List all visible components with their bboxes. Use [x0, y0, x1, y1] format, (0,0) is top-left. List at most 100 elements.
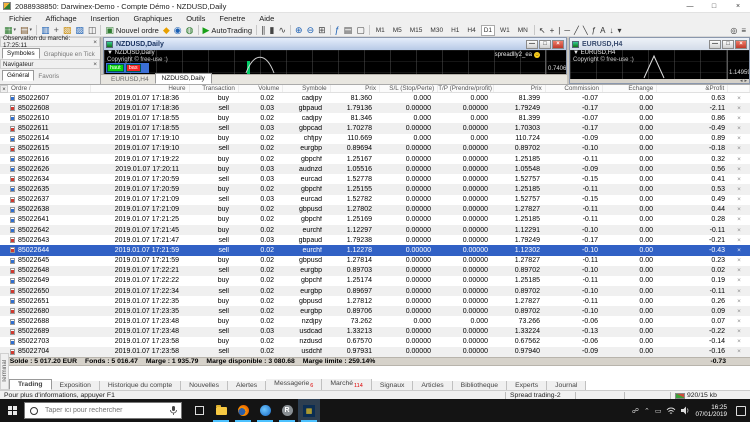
crosshair-icon[interactable]: + — [548, 26, 557, 35]
close-order-icon[interactable]: × — [728, 277, 750, 284]
tile-windows-icon[interactable]: ⊞ — [316, 24, 328, 36]
timeframe-m1[interactable]: M1 — [373, 25, 388, 36]
zoom-in-icon[interactable]: ⊕ — [293, 24, 305, 36]
menu-fenetre[interactable]: Fenetre — [212, 14, 252, 23]
close-order-icon[interactable]: × — [728, 115, 750, 122]
order-row[interactable]: 850227042019.01.07 17:23:58sell0.02usdch… — [0, 347, 750, 357]
chart-minimize-button[interactable]: — — [709, 40, 721, 49]
order-row[interactable]: 850226502019.01.07 17:22:34sell0.02eurgb… — [0, 286, 750, 296]
close-order-icon[interactable]: × — [728, 247, 750, 254]
chart-eurusd-canvas[interactable]: ▼ EURUSD,H4 Copyright © free-use :) 1.14… — [570, 50, 749, 79]
zoom-out-icon[interactable]: ⊖ — [305, 24, 317, 36]
order-row[interactable]: 850226372019.01.07 17:21:09sell0.03eurca… — [0, 195, 750, 205]
tab-experts[interactable]: Experts — [507, 381, 547, 390]
close-button[interactable]: × — [726, 0, 750, 13]
order-row[interactable]: 850226442019.01.07 17:21:59sell0.02eurch… — [0, 245, 750, 255]
order-row[interactable]: 850226102019.01.07 17:18:55buy0.02cadjpy… — [0, 113, 750, 123]
battery-icon[interactable]: ▭ — [655, 407, 662, 415]
wifi-icon[interactable] — [666, 407, 676, 415]
order-row[interactable]: 850226072019.01.07 17:18:36buy0.02cadjpy… — [0, 93, 750, 103]
close-order-icon[interactable]: × — [728, 156, 750, 163]
minimize-button[interactable]: — — [678, 0, 702, 13]
search-icon[interactable]: ◎ — [728, 26, 739, 35]
channel-icon[interactable]: ╲ — [581, 26, 590, 35]
close-order-icon[interactable]: × — [728, 267, 750, 274]
notification-center-icon[interactable] — [736, 406, 746, 416]
timeframe-w1[interactable]: W1 — [497, 25, 513, 36]
close-order-icon[interactable]: × — [728, 95, 750, 102]
terminal-close-icon[interactable]: × — [0, 85, 8, 93]
tab-symboles[interactable]: Symboles — [2, 48, 40, 59]
close-order-icon[interactable]: × — [728, 135, 750, 142]
close-order-icon[interactable]: × — [728, 348, 750, 355]
order-row[interactable]: 850226432019.01.07 17:21:47sell0.03gbpau… — [0, 235, 750, 245]
menu-fichier[interactable]: Fichier — [2, 14, 39, 23]
order-row[interactable]: 850226082019.01.07 17:18:36sell0.03gbpau… — [0, 103, 750, 113]
tab-alertes[interactable]: Alertes — [228, 381, 266, 390]
close-order-icon[interactable]: × — [728, 105, 750, 112]
close-order-icon[interactable]: × — [728, 216, 750, 223]
menu-affichage[interactable]: Affichage — [39, 14, 84, 23]
close-order-icon[interactable]: × — [728, 227, 750, 234]
col-header-volume[interactable]: Volume — [239, 85, 283, 92]
tab-bibliotheque[interactable]: Bibliotheque — [453, 381, 507, 390]
col-header-echange[interactable]: Echange — [603, 85, 657, 92]
close-order-icon[interactable]: × — [728, 298, 750, 305]
candlestick-chart-icon[interactable]: ▮ — [268, 24, 277, 36]
menu-insertion[interactable]: Insertion — [84, 14, 127, 23]
chart-tab-eurusd-h4[interactable]: EURUSD,H4 — [105, 75, 155, 84]
ea-sell-button[interactable]: bas — [126, 64, 141, 72]
autotrading-button[interactable]: ▶AutoTrading — [201, 24, 255, 36]
close-order-icon[interactable]: × — [728, 166, 750, 173]
order-row[interactable]: 850226112019.01.07 17:18:55sell0.03gbpca… — [0, 123, 750, 133]
blue-app-button[interactable] — [254, 399, 276, 422]
metatrader-taskbar-button[interactable]: ▦ — [298, 399, 320, 422]
order-row[interactable]: 850226492019.01.07 17:22:22buy0.02gbpchf… — [0, 276, 750, 286]
col-header-t-p-prendre-profit[interactable]: T/P (Prendre/profit) — [438, 85, 494, 92]
horizontal-line-icon[interactable]: ─ — [562, 26, 572, 35]
chart-nzdusd-titlebar[interactable]: NZDUSD,Daily — □ × — [104, 38, 566, 50]
chart-close-button[interactable]: × — [735, 40, 747, 49]
community-icon[interactable]: ◉ — [172, 24, 184, 36]
task-view-button[interactable] — [188, 399, 210, 422]
col-header-heure[interactable]: Heure — [91, 85, 190, 92]
line-chart-icon[interactable]: ∿ — [276, 24, 288, 36]
close-order-icon[interactable]: × — [728, 257, 750, 264]
tray-expand-icon[interactable]: ⌃ — [644, 407, 650, 415]
close-order-icon[interactable]: × — [728, 125, 750, 132]
templates-icon[interactable]: ▤ — [342, 24, 355, 36]
chart-restore-button[interactable]: □ — [539, 40, 551, 49]
order-row[interactable]: 850226802019.01.07 17:23:35sell0.02eurgb… — [0, 306, 750, 316]
order-row[interactable]: 850226482019.01.07 17:22:21sell0.02eurgb… — [0, 266, 750, 276]
menu-list-icon[interactable]: ≡ — [739, 26, 748, 35]
col-header-ordre[interactable]: Ordre / — [8, 85, 91, 92]
order-row[interactable]: 850227032019.01.07 17:23:58buy0.02nzdusd… — [0, 337, 750, 347]
timeframe-m5[interactable]: M5 — [390, 25, 405, 36]
tab-trading[interactable]: Trading — [9, 379, 52, 390]
order-row[interactable]: 850226142019.01.07 17:19:10buy0.02chfjpy… — [0, 134, 750, 144]
close-order-icon[interactable]: × — [728, 308, 750, 315]
firefox-button[interactable] — [232, 399, 254, 422]
order-row[interactable]: 850226152019.01.07 17:19:10sell0.02eurgb… — [0, 144, 750, 154]
col-header-prix[interactable]: Prix — [331, 85, 380, 92]
chart-minimize-button[interactable]: — — [526, 40, 538, 49]
trendline-icon[interactable]: ╱ — [572, 26, 581, 35]
tab-articles[interactable]: Articles — [413, 381, 452, 390]
timeframe-h4[interactable]: H4 — [464, 25, 478, 36]
r-app-button[interactable]: R — [276, 399, 298, 422]
chart-tab-nzdusd-daily[interactable]: NZDUSD,Daily — [155, 73, 212, 84]
col-header-transaction[interactable]: Transaction — [190, 85, 239, 92]
order-row[interactable]: 850226342019.01.07 17:20:59sell0.03eurca… — [0, 174, 750, 184]
order-row[interactable]: 850226262019.01.07 17:20:11buy0.03audnzd… — [0, 164, 750, 174]
col-header-profit[interactable]: &Profit — [657, 85, 728, 92]
new-window-icon[interactable]: ▢ — [354, 24, 367, 36]
menu-outils[interactable]: Outils — [179, 14, 212, 23]
col-header-symbole[interactable]: Symbole — [283, 85, 330, 92]
close-order-icon[interactable]: × — [728, 176, 750, 183]
close-order-icon[interactable]: × — [728, 206, 750, 213]
taskbar-clock[interactable]: 16:25 07/01/2019 — [695, 404, 727, 418]
tab-exposition[interactable]: Exposition — [52, 381, 100, 390]
tab-historique-du-compte[interactable]: Historique du compte — [100, 381, 181, 390]
order-row[interactable]: 850226352019.01.07 17:20:59buy0.02gbpchf… — [0, 184, 750, 194]
order-row[interactable]: 850226162019.01.07 17:19:22buy0.02gbpchf… — [0, 154, 750, 164]
